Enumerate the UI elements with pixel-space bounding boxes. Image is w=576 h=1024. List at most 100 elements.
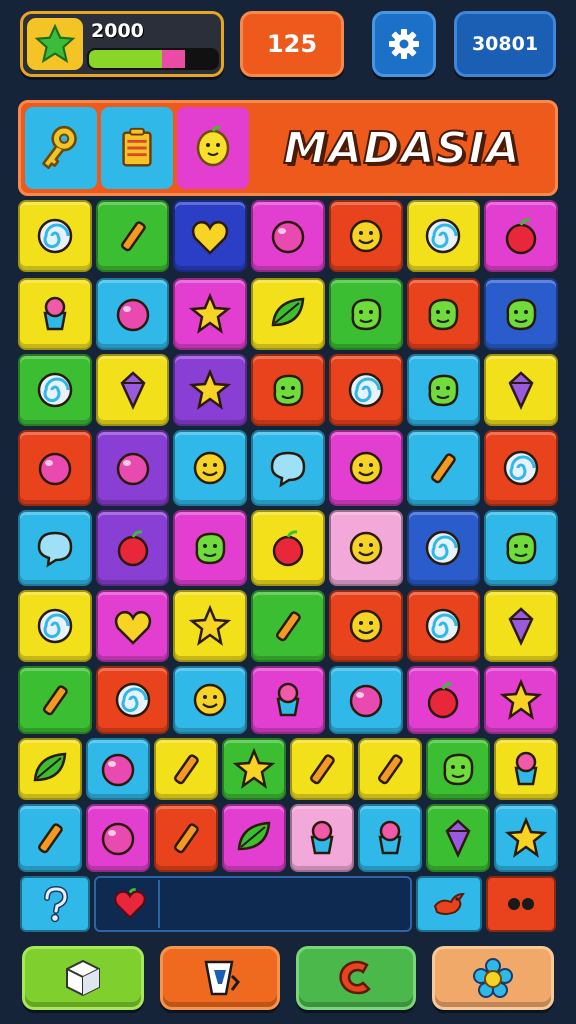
title-banner: MADASIA [18, 100, 558, 196]
swirl-candy-icon [32, 367, 78, 413]
board-tile[interactable] [328, 430, 403, 506]
board-tile[interactable] [251, 278, 325, 350]
board-tile[interactable] [328, 510, 403, 586]
board-tile[interactable] [95, 354, 170, 426]
board-tile[interactable] [426, 804, 490, 872]
board-tile[interactable] [328, 666, 403, 734]
board-tile[interactable] [406, 354, 481, 426]
board-tile[interactable] [484, 590, 558, 662]
board-tile[interactable] [251, 666, 325, 734]
board-tile[interactable] [18, 354, 92, 426]
board-tile[interactable] [95, 278, 170, 350]
board-tile[interactable] [95, 200, 170, 272]
orange-blob-icon [498, 291, 544, 337]
board-tile[interactable] [328, 354, 403, 426]
dots-icon [508, 898, 534, 910]
flower-booster-button[interactable] [432, 946, 554, 1010]
board-tile[interactable] [494, 804, 558, 872]
board-tile[interactable] [18, 804, 82, 872]
board-tile[interactable] [95, 430, 170, 506]
board-tile[interactable] [251, 430, 325, 506]
board-tile[interactable] [290, 738, 354, 800]
board-tile[interactable] [328, 590, 403, 662]
board-tile[interactable] [406, 590, 481, 662]
score-progress-bonus [161, 50, 185, 68]
key-icon [25, 107, 97, 189]
board-tile[interactable] [18, 738, 82, 800]
board-tile[interactable] [484, 354, 558, 426]
magnet-booster-button[interactable] [296, 946, 416, 1010]
board-tile[interactable] [251, 590, 325, 662]
board-tile[interactable] [290, 804, 354, 872]
board-tile[interactable] [494, 738, 558, 800]
board-tile[interactable] [484, 666, 558, 734]
board-tile[interactable] [173, 200, 248, 272]
crayon-icon [265, 603, 311, 649]
purple-flower-icon [503, 815, 549, 861]
board-tile[interactable] [95, 666, 170, 734]
green-heart-icon [110, 603, 156, 649]
board-tile[interactable] [86, 738, 150, 800]
board-tile[interactable] [484, 430, 558, 506]
board-tile[interactable] [18, 278, 92, 350]
roller-booster-button[interactable] [160, 946, 280, 1010]
rainbow-swirl-icon [343, 367, 389, 413]
board-tile[interactable] [251, 354, 325, 426]
board-tile[interactable] [328, 278, 403, 350]
bottle-icon [498, 367, 544, 413]
more-slot[interactable] [486, 876, 556, 932]
board-tile[interactable] [222, 738, 286, 800]
board-tile[interactable] [328, 200, 403, 272]
crown-icon [187, 367, 233, 413]
board-tile[interactable] [95, 590, 170, 662]
hammer-icon [110, 213, 156, 259]
board-tile[interactable] [86, 804, 150, 872]
cupcake-icon [32, 291, 78, 337]
board-tile[interactable] [358, 738, 422, 800]
grape-icon [110, 445, 156, 491]
hint-slot[interactable] [20, 876, 90, 932]
moves-counter: 125 [240, 11, 344, 77]
board-tile[interactable] [222, 804, 286, 872]
game-title: MADASIA [282, 122, 521, 175]
board-tile[interactable] [18, 200, 92, 272]
flower-icon [473, 958, 513, 998]
board-tile[interactable] [18, 590, 92, 662]
cupcake-icon [503, 746, 549, 792]
board-tile[interactable] [173, 666, 248, 734]
settings-button[interactable] [372, 11, 436, 77]
crayon-icon [27, 815, 73, 861]
board-tile[interactable] [406, 278, 481, 350]
board-tile[interactable] [484, 278, 558, 350]
board-tile[interactable] [95, 510, 170, 586]
board-tile[interactable] [251, 200, 325, 272]
board-tile[interactable] [173, 430, 248, 506]
red-balloon-icon [110, 291, 156, 337]
board-tile[interactable] [173, 354, 248, 426]
cube-booster-button[interactable] [22, 946, 144, 1010]
red-lollipop-icon [32, 603, 78, 649]
board-tile[interactable] [406, 430, 481, 506]
board-tile[interactable] [406, 666, 481, 734]
blue-swirl-icon [110, 677, 156, 723]
board-tile[interactable] [484, 510, 558, 586]
bird-slot[interactable] [416, 876, 482, 932]
score-panel: 2000 [20, 11, 224, 77]
board-tile[interactable] [406, 200, 481, 272]
board-tile[interactable] [251, 510, 325, 586]
board-tile[interactable] [154, 804, 218, 872]
board-tile[interactable] [173, 510, 248, 586]
board-tile[interactable] [18, 666, 92, 734]
board-tile[interactable] [18, 430, 92, 506]
swirl-lollipop-icon [32, 213, 78, 259]
board-tile[interactable] [154, 738, 218, 800]
paintbrush-icon [163, 815, 209, 861]
board-tile[interactable] [173, 590, 248, 662]
board-tile[interactable] [358, 804, 422, 872]
board-tile[interactable] [426, 738, 490, 800]
orange-face-icon [343, 603, 389, 649]
board-tile[interactable] [406, 510, 481, 586]
board-tile[interactable] [18, 510, 92, 586]
board-tile[interactable] [173, 278, 248, 350]
board-tile[interactable] [484, 200, 558, 272]
